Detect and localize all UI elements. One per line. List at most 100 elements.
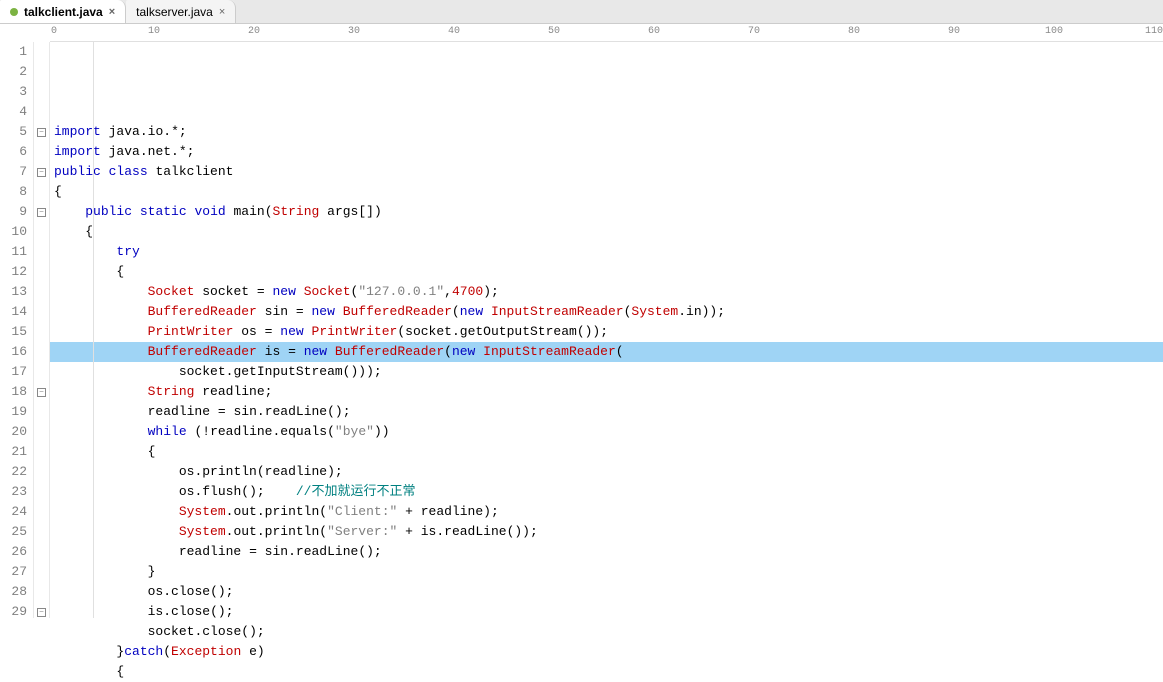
token-punc — [54, 584, 148, 599]
fold-marker — [34, 222, 49, 242]
ruler-tick: 100 — [1045, 26, 1063, 37]
token-punc: (); — [327, 404, 350, 419]
line-number: 28 — [0, 582, 27, 602]
line-number: 6 — [0, 142, 27, 162]
code-line[interactable]: BufferedReader is = new BufferedReader(n… — [50, 342, 1163, 362]
code-line[interactable]: os.flush(); //不加就运行不正常 — [50, 482, 1163, 502]
token-punc — [241, 544, 249, 559]
token-punc: sin — [257, 544, 288, 559]
tab-talkserver[interactable]: talkserver.java × — [126, 0, 236, 23]
fold-marker — [34, 42, 49, 62]
token-punc: ; — [491, 284, 499, 299]
close-icon[interactable]: × — [219, 6, 225, 18]
token-ident: os — [148, 584, 164, 599]
token-punc — [397, 524, 405, 539]
code-line[interactable]: { — [50, 442, 1163, 462]
close-icon[interactable]: × — [109, 6, 115, 18]
code-line[interactable]: System.out.println("Client:" + readline)… — [50, 502, 1163, 522]
fold-marker — [34, 482, 49, 502]
token-ident: close — [171, 584, 210, 599]
token-punc: , — [444, 284, 452, 299]
code-line[interactable]: import java.io.*; — [50, 122, 1163, 142]
token-kw: new — [311, 304, 334, 319]
token-type: String — [273, 204, 320, 219]
token-kw: while — [148, 424, 187, 439]
token-punc — [397, 504, 405, 519]
token-punc: = — [296, 304, 304, 319]
token-punc: ) — [483, 284, 491, 299]
code-line[interactable]: String readline; — [50, 382, 1163, 402]
code-line[interactable]: os.println(readline); — [50, 462, 1163, 482]
fold-marker[interactable]: − — [34, 602, 49, 622]
code-line[interactable]: PrintWriter os = new PrintWriter(socket.… — [50, 322, 1163, 342]
ruler-tick: 80 — [848, 26, 860, 37]
token-punc: { — [54, 224, 93, 239]
token-punc — [54, 544, 179, 559]
code-line[interactable]: while (!readline.equals("bye")) — [50, 422, 1163, 442]
code-line[interactable]: }catch(Exception e) — [50, 642, 1163, 662]
fold-marker[interactable]: − — [34, 202, 49, 222]
token-punc — [132, 204, 140, 219]
token-punc: * — [179, 144, 187, 159]
token-punc — [54, 384, 148, 399]
token-punc: ! — [202, 424, 210, 439]
line-number: 27 — [0, 562, 27, 582]
tab-talkclient[interactable]: talkclient.java × — [0, 0, 126, 23]
token-punc: is — [257, 344, 288, 359]
token-type: InputStreamReader — [483, 344, 616, 359]
token-punc: ( — [452, 304, 460, 319]
modified-dot-icon — [10, 8, 18, 16]
code-area[interactable]: import java.io.*;import java.net.*;publi… — [50, 42, 1163, 618]
line-number: 10 — [0, 222, 27, 242]
line-number: 1 — [0, 42, 27, 62]
token-ident: flush — [202, 484, 241, 499]
token-punc: []) — [358, 204, 381, 219]
code-line[interactable]: BufferedReader sin = new BufferedReader(… — [50, 302, 1163, 322]
fold-marker[interactable]: − — [34, 382, 49, 402]
code-line[interactable] — [50, 102, 1163, 122]
code-line[interactable]: Socket socket = new Socket("127.0.0.1",4… — [50, 282, 1163, 302]
token-type: Socket — [148, 284, 195, 299]
code-line[interactable]: import java.net.*; — [50, 142, 1163, 162]
fold-marker[interactable]: − — [34, 162, 49, 182]
code-line[interactable]: { — [50, 262, 1163, 282]
code-line[interactable]: { — [50, 222, 1163, 242]
code-line[interactable]: { — [50, 182, 1163, 202]
line-number: 20 — [0, 422, 27, 442]
token-ident: readline — [148, 404, 210, 419]
fold-marker[interactable]: − — [34, 122, 49, 142]
token-str: "Client:" — [327, 504, 397, 519]
token-punc: . — [257, 404, 265, 419]
token-punc — [54, 624, 148, 639]
line-number: 29 — [0, 602, 27, 622]
token-ident: os — [179, 464, 195, 479]
token-kw: catch — [124, 644, 163, 659]
code-line[interactable]: System.out.println("Server:" + is.readLi… — [50, 522, 1163, 542]
code-line[interactable]: { — [50, 662, 1163, 682]
code-editor[interactable]: 1234567891011121314151617181920212223242… — [0, 42, 1163, 618]
code-line[interactable]: try — [50, 242, 1163, 262]
code-line[interactable]: readline = sin.readLine(); — [50, 542, 1163, 562]
token-punc: (); — [241, 484, 296, 499]
token-type: PrintWriter — [148, 324, 234, 339]
code-line[interactable]: public class talkclient — [50, 162, 1163, 182]
code-line[interactable]: } — [50, 562, 1163, 582]
token-punc — [54, 404, 148, 419]
code-line[interactable]: readline = sin.readLine(); — [50, 402, 1163, 422]
line-number: 18 — [0, 382, 27, 402]
code-line[interactable]: is.close(); — [50, 602, 1163, 622]
token-kw: new — [452, 344, 475, 359]
token-punc: sin — [257, 304, 296, 319]
token-punc — [54, 424, 148, 439]
token-punc: readline); — [413, 504, 499, 519]
fold-gutter[interactable]: −−−−− — [34, 42, 50, 618]
code-line[interactable]: socket.getInputStream())); — [50, 362, 1163, 382]
token-punc — [210, 404, 218, 419]
code-line[interactable]: public static void main(String args[]) — [50, 202, 1163, 222]
token-punc: ; — [187, 144, 195, 159]
code-line[interactable]: os.close(); — [50, 582, 1163, 602]
token-ident: println — [202, 464, 257, 479]
token-punc: ()); — [577, 324, 608, 339]
code-line[interactable]: socket.close(); — [50, 622, 1163, 642]
token-punc — [483, 304, 491, 319]
